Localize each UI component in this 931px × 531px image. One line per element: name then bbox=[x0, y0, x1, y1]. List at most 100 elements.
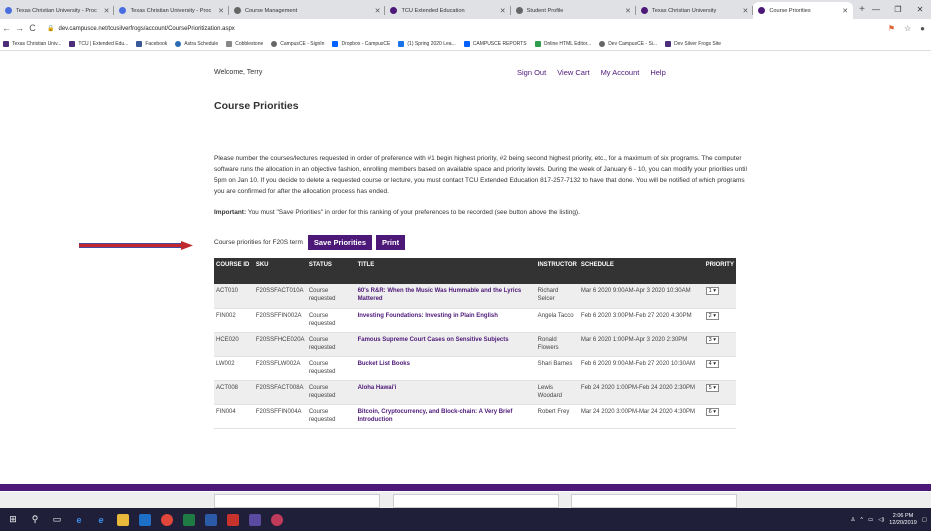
browser-tab-active[interactable]: Course Priorities ✕ bbox=[753, 2, 854, 19]
url-field[interactable]: 🔒 dev.campusce.net/tcusilverfrogs/account… bbox=[47, 25, 888, 32]
course-title-link[interactable]: Aloha Hawai'i bbox=[355, 380, 536, 405]
table-row: HCE020 F20SSFHCE020A Course requested Fa… bbox=[214, 332, 736, 357]
course-title-link[interactable]: 60's R&R: When the Music Was Hummable an… bbox=[355, 284, 536, 309]
file-explorer-icon[interactable] bbox=[114, 508, 132, 531]
course-id-cell: LW002 bbox=[214, 356, 254, 381]
sku-cell: F20SSFFIN002A bbox=[253, 308, 307, 333]
priority-cell: 2 ▾ bbox=[703, 308, 736, 333]
bookmark-item[interactable]: Cobblestone bbox=[226, 40, 263, 47]
column-header: COURSE ID bbox=[216, 262, 250, 268]
browser-tab[interactable]: Texas Christian University - Proc ✕ bbox=[0, 2, 115, 19]
forward-icon[interactable]: → bbox=[13, 23, 26, 33]
course-title-link[interactable]: Bitcoin, Cryptocurrency, and Block-chain… bbox=[355, 404, 536, 429]
browser-tab[interactable]: Student Profile ✕ bbox=[511, 2, 636, 19]
bookmark-item[interactable]: Dev Silver Frogs Site bbox=[665, 40, 721, 47]
priority-select[interactable]: 2 ▾ bbox=[705, 311, 719, 320]
word-icon[interactable] bbox=[202, 508, 220, 531]
bookmark-item[interactable]: Dev CampusCE - Si... bbox=[599, 40, 657, 47]
chevron-up-icon[interactable]: ^ bbox=[860, 517, 863, 523]
schedule-cell: Mar 24 2020 3:00PM-Mar 24 2020 4:30PM bbox=[578, 404, 704, 429]
star-icon[interactable]: ☆ bbox=[904, 24, 911, 33]
print-button[interactable]: Print bbox=[376, 235, 406, 250]
save-priorities-button[interactable]: Save Priorities bbox=[307, 235, 372, 250]
welcome-text: Welcome, Terry bbox=[214, 69, 263, 76]
bookmark-item[interactable]: CAMPUSCE REPORTS bbox=[463, 40, 527, 47]
excel-icon[interactable] bbox=[180, 508, 198, 531]
ie-icon[interactable]: e bbox=[92, 508, 110, 531]
column-header: STATUS bbox=[308, 262, 332, 268]
bookmark-item[interactable]: CampusCE - SignIn bbox=[271, 40, 324, 47]
close-tab-icon[interactable]: ✕ bbox=[739, 7, 748, 15]
people-icon[interactable]: ♙ bbox=[850, 517, 855, 523]
back-icon[interactable]: ← bbox=[0, 23, 13, 33]
bookmark-item[interactable]: Astra Schedule bbox=[175, 40, 218, 47]
clock[interactable]: 2:06 PM 12/20/2019 bbox=[889, 513, 917, 527]
volume-icon[interactable]: ◁) bbox=[878, 517, 884, 523]
maximize-icon[interactable]: ❐ bbox=[887, 0, 909, 19]
bookmark-item[interactable]: TCU | Extended Edu... bbox=[69, 40, 128, 47]
profile-icon[interactable]: ● bbox=[920, 24, 925, 33]
course-title-link[interactable]: Bucket List Books bbox=[355, 356, 536, 381]
course-title-link[interactable]: Investing Foundations: Investing in Plai… bbox=[355, 308, 536, 333]
sign-out-link[interactable]: Sign Out bbox=[517, 68, 546, 77]
priority-select[interactable]: 5 ▾ bbox=[705, 383, 719, 392]
edge-icon[interactable]: e bbox=[70, 508, 88, 531]
course-title-link[interactable]: Famous Supreme Court Cases on Sensitive … bbox=[355, 332, 536, 357]
task-view-icon[interactable]: ▭ bbox=[48, 508, 66, 531]
windows-start-icon[interactable]: ⊞ bbox=[4, 508, 22, 531]
instructor-cell: Robert Frey bbox=[535, 404, 579, 429]
browser-tab[interactable]: TCU Extended Education ✕ bbox=[385, 2, 511, 19]
chevron-down-icon: ▾ bbox=[713, 312, 716, 319]
my-account-link[interactable]: My Account bbox=[601, 68, 640, 77]
status-cell: Course requested bbox=[306, 404, 356, 429]
instructor-cell: Lewis Woodard bbox=[535, 380, 579, 405]
schedule-cell: Feb 24 2020 1:00PM-Feb 24 2020 2:30PM bbox=[578, 380, 704, 405]
globe-icon bbox=[271, 40, 278, 47]
acrobat-icon[interactable] bbox=[224, 508, 242, 531]
bookmark-item[interactable]: Facebook bbox=[136, 40, 167, 47]
bookmark-item[interactable]: Texas Christian Univ... bbox=[3, 40, 61, 47]
notifications-icon[interactable]: ▢ bbox=[922, 517, 927, 523]
view-cart-link[interactable]: View Cart bbox=[557, 68, 589, 77]
priority-select[interactable]: 1 ▾ bbox=[705, 287, 719, 295]
close-tab-icon[interactable]: ✕ bbox=[372, 7, 381, 15]
instructor-cell: Ronald Flowers bbox=[535, 332, 579, 357]
bookmark-item[interactable]: Dropbox - CampusCE bbox=[332, 40, 390, 47]
chrome-icon[interactable] bbox=[158, 508, 176, 531]
browser-tab[interactable]: Texas Christian University ✕ bbox=[636, 2, 754, 19]
close-window-icon[interactable]: ✕ bbox=[909, 0, 931, 19]
outlook-icon[interactable] bbox=[136, 508, 154, 531]
priority-cell: 4 ▾ bbox=[703, 356, 736, 381]
priority-select[interactable]: 4 ▾ bbox=[705, 359, 719, 368]
network-icon[interactable]: ▭ bbox=[868, 517, 873, 523]
chevron-down-icon: ▾ bbox=[713, 360, 716, 367]
priority-select[interactable]: 3 ▾ bbox=[705, 335, 719, 344]
bookmark-item[interactable]: (1) Spring 2020 Lea... bbox=[398, 40, 456, 47]
browser-tab[interactable]: Texas Christian University - Proc ✕ bbox=[114, 2, 229, 19]
close-tab-icon[interactable]: ✕ bbox=[839, 7, 848, 15]
reload-icon[interactable]: C bbox=[26, 23, 39, 33]
minimize-icon[interactable]: — bbox=[865, 0, 887, 19]
chevron-down-icon: ▾ bbox=[713, 288, 716, 294]
important-note: Important: You must "Save Priorities" in… bbox=[214, 209, 580, 216]
close-tab-icon[interactable]: ✕ bbox=[101, 7, 110, 15]
extension-icon[interactable]: ⚑ bbox=[888, 24, 895, 33]
sku-cell: F20SSFFIN004A bbox=[253, 404, 307, 429]
table-header-row: COURSE ID SKU STATUS TITLE INSTRUCTOR SC… bbox=[214, 258, 736, 284]
search-icon[interactable]: ⚲ bbox=[26, 508, 44, 531]
app-icon[interactable] bbox=[268, 508, 286, 531]
important-text: You must "Save Priorities" in order for … bbox=[246, 209, 580, 216]
browser-tab[interactable]: Course Management ✕ bbox=[229, 2, 386, 19]
red-arrow-annotation bbox=[79, 241, 193, 250]
priority-select[interactable]: 6 ▾ bbox=[705, 407, 719, 416]
sku-cell: F20SSFACT010A bbox=[253, 284, 307, 309]
bookmark-item[interactable]: Online HTML Editor... bbox=[534, 40, 591, 47]
dropbox-icon bbox=[463, 40, 470, 47]
close-tab-icon[interactable]: ✕ bbox=[497, 7, 506, 15]
app-icon[interactable] bbox=[246, 508, 264, 531]
close-tab-icon[interactable]: ✕ bbox=[622, 7, 631, 15]
help-link[interactable]: Help bbox=[650, 68, 665, 77]
close-tab-icon[interactable]: ✕ bbox=[215, 7, 224, 15]
sku-cell: F20SSFLW002A bbox=[253, 356, 307, 381]
column-header: PRIORITY bbox=[705, 262, 734, 268]
